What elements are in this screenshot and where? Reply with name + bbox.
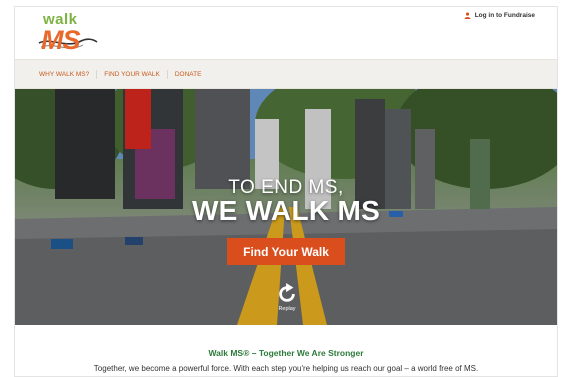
login-to-fundraise-link[interactable]: Log in to Fundraise — [464, 12, 535, 19]
find-your-walk-button[interactable]: Find Your Walk — [227, 238, 345, 265]
intro-title: Walk MS® – Together We Are Stronger — [208, 348, 364, 358]
intro-section: Walk MS® – Together We Are Stronger Toge… — [15, 325, 557, 376]
nav-item-why-walk-ms[interactable]: WHY WALK MS? — [39, 69, 98, 79]
main-nav: WHY WALK MS? FIND YOUR WALK DONATE — [15, 59, 557, 89]
replay-button[interactable]: Replay — [273, 283, 301, 317]
intro-body: Together, we become a powerful force. Wi… — [93, 364, 479, 373]
hero-headline-line-2: WE WALK MS — [191, 195, 381, 226]
site-header: walk MS Log in to Fundraise — [15, 7, 557, 59]
replay-icon — [279, 283, 295, 302]
logo-ms-text: MS — [41, 25, 80, 55]
nav-item-donate[interactable]: DONATE — [168, 70, 209, 79]
hero-video: TO END MS, WE WALK MS Find Your Walk Rep… — [15, 89, 557, 325]
page-frame: walk MS Log in to Fundraise WHY WALK MS?… — [14, 6, 558, 377]
user-icon — [464, 12, 471, 19]
replay-label: Replay — [278, 306, 296, 312]
nav-item-find-your-walk[interactable]: FIND YOUR WALK — [97, 69, 168, 79]
walk-ms-logo[interactable]: walk MS — [37, 11, 98, 57]
login-label: Log in to Fundraise — [474, 12, 535, 19]
